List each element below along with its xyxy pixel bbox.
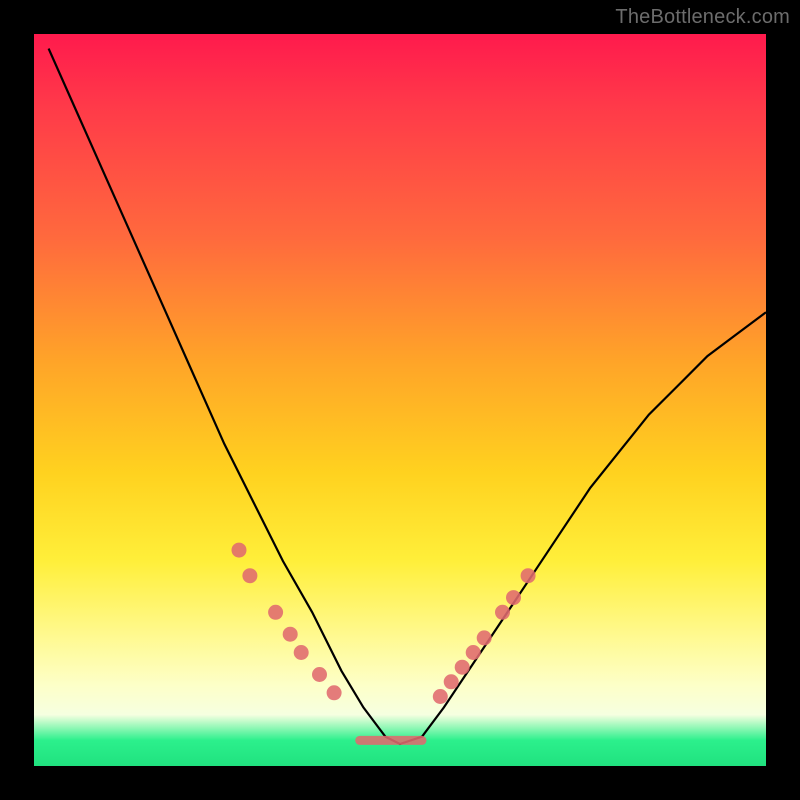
marker-dot: [294, 645, 309, 660]
marker-dot: [433, 689, 448, 704]
marker-dot: [477, 630, 492, 645]
markers-right: [433, 568, 536, 704]
marker-dot: [444, 674, 459, 689]
watermark-text: TheBottleneck.com: [615, 6, 790, 29]
marker-dot: [242, 568, 257, 583]
marker-dot: [466, 645, 481, 660]
marker-dot: [455, 660, 470, 675]
marker-dot: [312, 667, 327, 682]
marker-dot: [268, 605, 283, 620]
bottleneck-curve: [49, 49, 766, 744]
marker-dot: [495, 605, 510, 620]
chart-frame: TheBottleneck.com: [0, 0, 800, 800]
marker-dot: [283, 627, 298, 642]
curve-svg: [34, 34, 766, 766]
marker-dot: [506, 590, 521, 605]
marker-dot: [521, 568, 536, 583]
marker-dot: [327, 685, 342, 700]
plot-area: [34, 34, 766, 766]
marker-dot: [232, 543, 247, 558]
